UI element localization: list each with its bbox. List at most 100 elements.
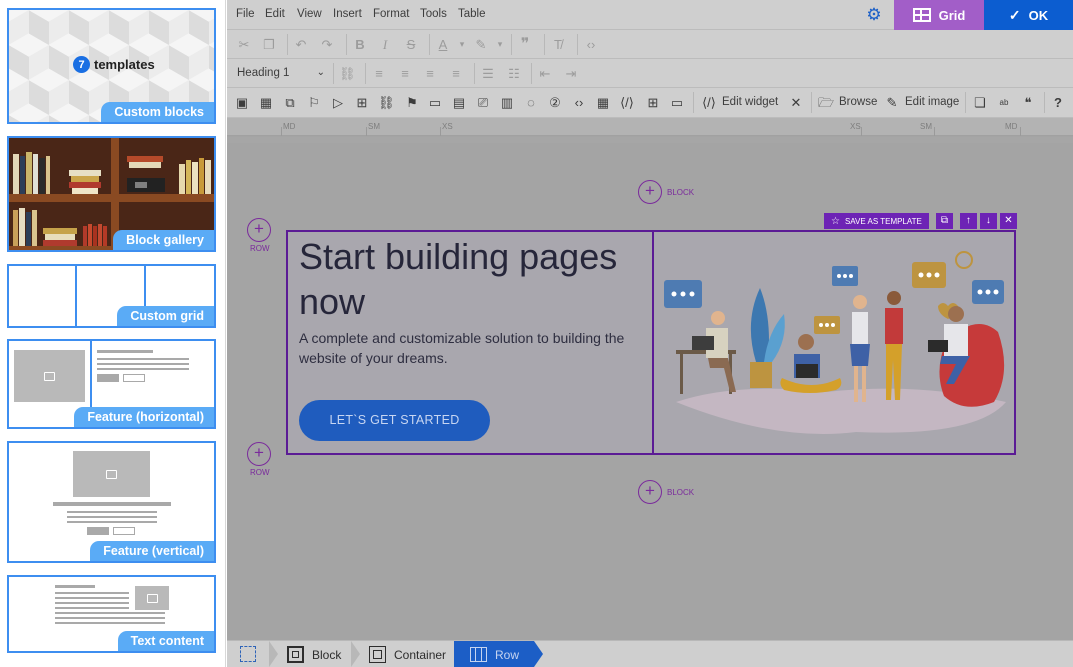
flag-icon[interactable]: ⚐ xyxy=(306,94,322,111)
link-icon[interactable]: ⛓ xyxy=(378,94,395,111)
bookmark-icon[interactable]: ⚑ xyxy=(404,94,420,111)
add-row-bottom-button[interactable]: + xyxy=(247,442,271,466)
placeholder-line xyxy=(55,622,165,624)
toolbar-separator xyxy=(511,34,512,55)
calendar-icon[interactable]: ▦ xyxy=(595,94,611,111)
crumb-row[interactable]: Row xyxy=(454,641,543,667)
duplicate-icon[interactable]: ⧉ xyxy=(935,213,953,229)
bullet-list-icon[interactable]: ☰ xyxy=(480,65,496,82)
placeholder-line xyxy=(55,597,129,599)
embed-icon[interactable]: ‹› xyxy=(571,94,587,111)
add-block-bottom-button[interactable]: + xyxy=(638,480,662,504)
chevron-down-icon[interactable]: ▾ xyxy=(492,36,508,53)
template-text-content[interactable]: Text content xyxy=(7,575,216,653)
numbered-list-icon[interactable]: ☷ xyxy=(506,65,522,82)
save-as-template-button[interactable]: ☆ SAVE AS TEMPLATE xyxy=(824,213,929,229)
italic-icon[interactable]: I xyxy=(377,36,393,53)
image-icon[interactable]: ▣ xyxy=(234,94,250,111)
arrow-down-icon[interactable]: ↓ xyxy=(979,213,997,229)
menu-insert[interactable]: Insert xyxy=(333,8,362,20)
number-badge-icon[interactable]: ② xyxy=(547,94,563,111)
divider-icon[interactable]: ▭ xyxy=(669,94,685,111)
hero-subtitle[interactable]: A complete and customizable solution to … xyxy=(299,328,634,368)
ruler-label: XS xyxy=(442,122,453,131)
crumb-separator xyxy=(269,641,278,667)
form-icon[interactable]: ▥ xyxy=(499,94,515,111)
arrow-up-icon[interactable]: ↑ xyxy=(959,213,977,229)
help-icon[interactable]: ? xyxy=(1050,94,1066,111)
code-icon[interactable]: ⟨/⟩ xyxy=(619,94,635,111)
edit-image-icon[interactable]: ✎ xyxy=(884,94,900,111)
close-icon[interactable]: ✕ xyxy=(999,213,1017,229)
video-icon[interactable]: ▷ xyxy=(330,94,346,111)
template-custom-grid[interactable]: Custom grid xyxy=(7,264,216,328)
template-feature-vertical[interactable]: Feature (vertical) xyxy=(7,441,216,563)
code-icon[interactable]: ⟨/⟩ xyxy=(701,94,717,111)
indent-icon[interactable]: ⇥ xyxy=(563,65,579,82)
table-icon[interactable]: ⊞ xyxy=(354,94,370,111)
align-left-icon[interactable]: ≡ xyxy=(371,65,387,82)
copy-icon[interactable]: ❐ xyxy=(261,36,277,53)
presentation-icon[interactable]: ⎚ xyxy=(475,94,491,111)
block-format-select[interactable]: Heading 1 ⌄ xyxy=(237,67,325,79)
grid-widget-icon[interactable]: ⊞ xyxy=(645,94,661,111)
ok-button[interactable]: ✓ OK xyxy=(984,0,1073,30)
template-custom-blocks[interactable]: 7 templates Custom blocks xyxy=(7,8,216,124)
blockquote-icon[interactable]: ❞ xyxy=(517,36,533,53)
redo-icon[interactable]: ↷ xyxy=(319,36,335,53)
template-feature-horizontal[interactable]: Feature (horizontal) xyxy=(7,339,216,429)
toolbar-separator xyxy=(365,63,366,84)
menu-table[interactable]: Table xyxy=(458,8,486,20)
comment-icon[interactable]: ◌ xyxy=(523,94,539,111)
button-widget-icon[interactable]: ▭ xyxy=(427,94,443,111)
highlight-icon[interactable]: ✎ xyxy=(473,36,489,53)
chat-icon[interactable]: ❏ xyxy=(972,94,988,111)
clear-format-icon[interactable]: T̸ xyxy=(550,36,566,53)
menu-view[interactable]: View xyxy=(297,8,322,20)
close-icon[interactable]: ✕ xyxy=(788,94,804,111)
panel-icon[interactable]: ▤ xyxy=(451,94,467,111)
template-label: Custom grid xyxy=(117,306,214,326)
menu-file[interactable]: File xyxy=(236,8,255,20)
ruler-tick xyxy=(281,127,282,136)
select-icon[interactable] xyxy=(240,646,256,662)
crumb-block[interactable]: Block xyxy=(287,641,341,667)
grid-button[interactable]: Grid xyxy=(894,0,984,30)
menu-edit[interactable]: Edit xyxy=(265,8,285,20)
hero-title[interactable]: Start building pages now xyxy=(299,234,644,324)
folder-icon[interactable]: 🗁 xyxy=(818,94,834,111)
menu-format[interactable]: Format xyxy=(373,8,409,20)
text-color-icon[interactable]: A xyxy=(435,36,451,53)
selected-row[interactable]: Start building pages now A complete and … xyxy=(286,230,1016,455)
align-right-icon[interactable]: ≡ xyxy=(422,65,438,82)
menu-tools[interactable]: Tools xyxy=(420,8,447,20)
spellcheck-icon[interactable]: ab xyxy=(996,94,1012,111)
save-as-template-label: SAVE AS TEMPLATE xyxy=(844,216,922,226)
browse-button[interactable]: Browse xyxy=(839,96,877,108)
ruler-tick xyxy=(1020,127,1021,136)
gear-icon[interactable]: ⚙ xyxy=(865,6,883,24)
placeholder-button xyxy=(97,374,119,382)
app-window: 7 templates Custom blocks Block gallery … xyxy=(0,0,1073,667)
align-justify-icon[interactable]: ≡ xyxy=(448,65,464,82)
link-icon[interactable]: ⛓ xyxy=(339,65,356,82)
cut-icon[interactable]: ✂ xyxy=(236,36,252,53)
undo-icon[interactable]: ↶ xyxy=(293,36,309,53)
chevron-down-icon[interactable]: ▾ xyxy=(454,36,470,53)
crumb-container[interactable]: Container xyxy=(369,641,446,667)
source-code-icon[interactable]: ‹› xyxy=(583,36,599,53)
edit-image-button[interactable]: Edit image xyxy=(905,96,959,108)
quote-icon[interactable]: ❝ xyxy=(1020,94,1036,111)
placeholder-line xyxy=(53,502,171,506)
outdent-icon[interactable]: ⇤ xyxy=(537,65,553,82)
template-block-gallery[interactable]: Block gallery xyxy=(7,136,216,252)
bold-icon[interactable]: B xyxy=(352,36,368,53)
get-started-button[interactable]: LET`S GET STARTED xyxy=(299,400,490,441)
align-center-icon[interactable]: ≡ xyxy=(397,65,413,82)
add-block-top-button[interactable]: + xyxy=(638,180,662,204)
add-row-top-button[interactable]: + xyxy=(247,218,271,242)
gallery-icon[interactable]: ▦ xyxy=(258,94,274,111)
strikethrough-icon[interactable]: S xyxy=(403,36,419,53)
edit-widget-button[interactable]: Edit widget xyxy=(722,96,778,108)
slider-icon[interactable]: ⧉ xyxy=(282,94,298,111)
